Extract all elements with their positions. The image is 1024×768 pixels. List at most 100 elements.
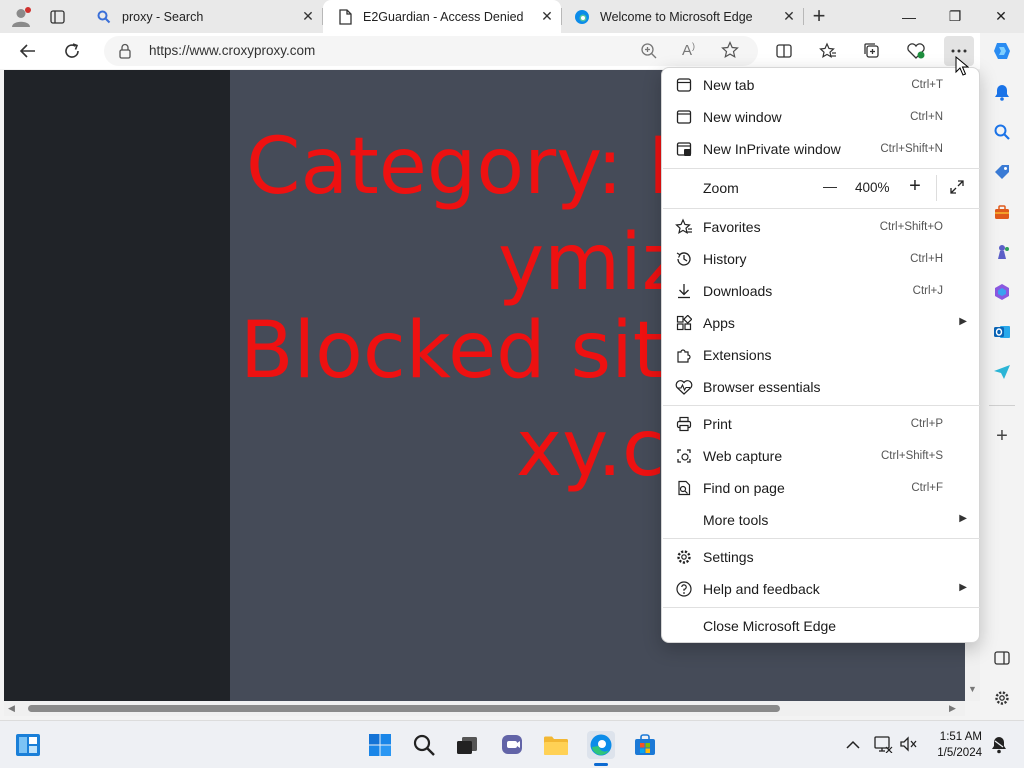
split-screen-button[interactable] (769, 36, 799, 66)
notification-center-icon[interactable] (990, 735, 1008, 760)
inprivate-icon (675, 140, 693, 158)
scroll-left-arrow-icon[interactable]: ◀ (8, 703, 15, 714)
menu-item-label: Web capture (703, 448, 783, 464)
edge-taskbar-button[interactable] (587, 731, 615, 759)
copilot-button[interactable] (987, 36, 1017, 66)
add-favorite-star-icon[interactable] (721, 41, 739, 64)
minimize-button[interactable]: — (886, 0, 932, 33)
menu-item-print[interactable]: Print Ctrl+P (662, 408, 979, 440)
refresh-button[interactable] (57, 36, 87, 66)
file-explorer-button[interactable] (542, 731, 570, 759)
new-tab-icon (675, 76, 693, 94)
menu-item-label: History (703, 251, 747, 267)
menu-divider (663, 607, 980, 608)
menu-item-browser-essentials[interactable]: Browser essentials (662, 371, 979, 403)
lock-icon[interactable] (118, 43, 132, 64)
tab-close-icon[interactable]: ✕ (294, 8, 322, 25)
chevron-right-icon: ▶ (959, 316, 967, 327)
widgets-button[interactable] (14, 731, 42, 759)
menu-shortcut: Ctrl+P (910, 418, 943, 430)
tab-proxy-search[interactable]: proxy - Search ✕ (82, 0, 322, 33)
horizontal-scrollbar[interactable]: ◀ ▶ (4, 701, 965, 716)
tools-button[interactable] (987, 197, 1017, 227)
menu-shortcut: Ctrl+Shift+N (880, 143, 943, 155)
menu-item-settings[interactable]: Settings (662, 541, 979, 573)
web-capture-icon (675, 447, 693, 465)
drop-button[interactable] (987, 357, 1017, 387)
system-clock[interactable]: 1:51 AM 1/5/2024 (910, 729, 982, 761)
collections-button[interactable] (857, 36, 887, 66)
zoom-out-button[interactable]: — (820, 178, 840, 194)
tab-welcome-edge[interactable]: Welcome to Microsoft Edge ✕ (560, 0, 803, 33)
menu-item-label: Extensions (703, 347, 772, 363)
horizontal-scroll-thumb[interactable] (28, 705, 780, 712)
menu-item-new-window[interactable]: New window Ctrl+N (662, 101, 979, 133)
favorites-button[interactable] (813, 36, 843, 66)
menu-item-apps[interactable]: Apps ▶ (662, 307, 979, 339)
tab-close-icon[interactable]: ✕ (533, 8, 561, 25)
widgets-icon (16, 734, 40, 756)
favorites-star-icon (675, 218, 693, 236)
outlook-button[interactable] (987, 317, 1017, 347)
shopping-button[interactable] (987, 157, 1017, 187)
notifications-button[interactable] (987, 77, 1017, 107)
back-button[interactable] (13, 36, 43, 66)
tab-close-icon[interactable]: ✕ (775, 8, 803, 25)
sidebar-search-button[interactable] (987, 117, 1017, 147)
menu-item-label: Help and feedback (703, 581, 820, 597)
windows-taskbar: 1:51 AM 1/5/2024 (0, 720, 1024, 768)
microsoft365-button[interactable] (987, 277, 1017, 307)
scroll-right-arrow-icon[interactable]: ▶ (949, 703, 956, 714)
microsoft-store-button[interactable] (631, 731, 659, 759)
chevron-right-icon: ▶ (959, 513, 967, 524)
add-sidebar-app-button[interactable]: + (987, 421, 1017, 451)
edge-logo-icon (590, 734, 612, 756)
search-icon (96, 9, 112, 25)
menu-item-extensions[interactable]: Extensions (662, 339, 979, 371)
history-clock-icon (675, 250, 693, 268)
close-window-button[interactable]: ✕ (978, 0, 1024, 33)
menu-item-downloads[interactable]: Downloads Ctrl+J (662, 275, 979, 307)
read-aloud-icon[interactable]: A) (682, 41, 695, 59)
menu-item-close-edge[interactable]: Close Microsoft Edge (662, 610, 979, 642)
teams-chat-button[interactable] (498, 731, 526, 759)
start-button[interactable] (366, 731, 394, 759)
mouse-cursor (955, 55, 970, 81)
menu-item-label: New window (703, 109, 782, 125)
help-question-icon (675, 580, 693, 598)
tab-actions-button[interactable] (48, 7, 70, 27)
games-button[interactable] (987, 237, 1017, 267)
chat-icon (502, 735, 522, 754)
download-icon (675, 282, 693, 300)
menu-item-more-tools[interactable]: More tools ▶ (662, 504, 979, 536)
new-tab-button[interactable]: + (806, 3, 832, 29)
show-hidden-icons-chevron-icon[interactable] (846, 737, 860, 755)
browser-essentials-button[interactable] (901, 36, 931, 66)
sidebar-settings-button[interactable] (987, 683, 1017, 713)
menu-shortcut: Ctrl+J (912, 285, 943, 297)
fullscreen-icon[interactable] (949, 179, 965, 198)
profile-avatar[interactable] (10, 6, 32, 28)
menu-item-history[interactable]: History Ctrl+H (662, 243, 979, 275)
url-text[interactable]: https://www.croxyproxy.com (149, 43, 315, 58)
tab-title: Welcome to Microsoft Edge (600, 9, 753, 24)
chess-piece-icon (998, 245, 1009, 259)
address-bar[interactable]: https://www.croxyproxy.com A) (104, 36, 758, 66)
menu-item-new-inprivate-window[interactable]: New InPrivate window Ctrl+Shift+N (662, 133, 979, 165)
network-icon[interactable] (873, 735, 893, 758)
menu-item-help-and-feedback[interactable]: Help and feedback ▶ (662, 573, 979, 605)
task-view-button[interactable] (453, 731, 481, 759)
hide-sidebar-button[interactable] (987, 643, 1017, 673)
scroll-down-arrow-icon[interactable]: ▼ (968, 684, 977, 694)
tab-e2guardian[interactable]: E2Guardian - Access Denied ✕ (323, 0, 561, 33)
menu-item-find-on-page[interactable]: Find on page Ctrl+F (662, 472, 979, 504)
zoom-indicator-icon[interactable] (640, 42, 658, 65)
menu-item-new-tab[interactable]: New tab Ctrl+T (662, 69, 979, 101)
restore-button[interactable]: ❐ (932, 0, 978, 33)
menu-item-favorites[interactable]: Favorites Ctrl+Shift+O (662, 211, 979, 243)
tab-title: proxy - Search (122, 9, 204, 24)
zoom-in-button[interactable]: + (905, 175, 925, 198)
taskbar-search-button[interactable] (410, 731, 438, 759)
menu-item-web-capture[interactable]: Web capture Ctrl+Shift+S (662, 440, 979, 472)
favorites-star-icon (819, 42, 836, 59)
